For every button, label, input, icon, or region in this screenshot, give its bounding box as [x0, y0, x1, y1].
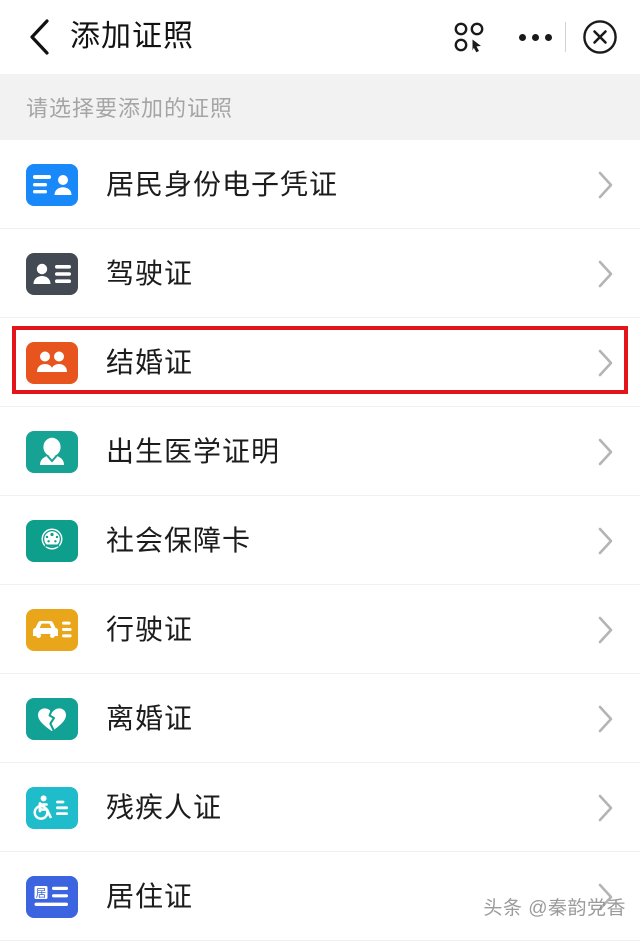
social-security-card-icon [26, 519, 78, 562]
header-divider [565, 22, 566, 52]
close-button[interactable] [578, 15, 622, 59]
divorce-certificate-icon [26, 697, 78, 740]
list-item-birth-certificate[interactable]: 出生医学证明 [0, 407, 640, 496]
chevron-right-icon [594, 521, 618, 561]
list-item-driver-license[interactable]: 驾驶证 [0, 229, 640, 318]
list-item-marriage-certificate[interactable]: 结婚证 [0, 318, 640, 407]
list-item-vehicle-license[interactable]: 行驶证 [0, 585, 640, 674]
list-item-label: 居民身份电子凭证 [106, 168, 339, 200]
marriage-certificate-icon [26, 341, 78, 384]
close-circle-icon [583, 20, 617, 54]
vehicle-license-icon [26, 608, 78, 651]
list-item-label: 离婚证 [106, 702, 194, 734]
chevron-right-icon [594, 432, 618, 472]
list-item-label: 驾驶证 [106, 257, 194, 289]
section-header-label: 请选择要添加的证照 [26, 96, 234, 121]
id-card-icon [26, 163, 78, 206]
list-item-disability-certificate[interactable]: 残疾人证 [0, 763, 640, 852]
chevron-right-icon [594, 165, 618, 205]
list-item-label: 结婚证 [106, 346, 194, 378]
header-actions [449, 15, 622, 59]
dot-1 [518, 33, 526, 41]
dot-2 [531, 33, 539, 41]
back-button[interactable] [22, 15, 56, 59]
mini-program-icon[interactable] [449, 17, 489, 57]
chevron-right-icon [594, 343, 618, 383]
disability-certificate-icon [26, 786, 78, 829]
list-item-id-card[interactable]: 居民身份电子凭证 [0, 140, 640, 229]
section-header: 请选择要添加的证照 [0, 74, 640, 140]
chevron-right-icon [594, 699, 618, 739]
chevron-right-icon [594, 788, 618, 828]
residence-permit-icon: 居 [26, 875, 78, 918]
list-item-label: 社会保障卡 [106, 524, 252, 556]
dot-3 [544, 33, 552, 41]
certificate-list: 居民身份电子凭证 驾驶证 结婚证 出生医学证明 社会保障卡 行驶证 离婚证 残疾… [0, 140, 640, 941]
chevron-right-icon [594, 254, 618, 294]
watermark: 头条 @秦韵党香 [483, 898, 626, 919]
birth-certificate-icon [26, 430, 78, 473]
list-item-label: 行驶证 [106, 613, 194, 645]
driver-license-icon [26, 252, 78, 295]
list-item-social-security-card[interactable]: 社会保障卡 [0, 496, 640, 585]
chevron-left-icon [30, 19, 49, 55]
page-title: 添加证照 [70, 20, 194, 53]
list-item-label: 出生医学证明 [106, 435, 281, 467]
chevron-right-icon [594, 610, 618, 650]
list-item-label: 残疾人证 [106, 791, 223, 823]
list-item-label: 居住证 [106, 880, 194, 912]
more-options-button[interactable] [513, 22, 557, 52]
list-item-divorce-certificate[interactable]: 离婚证 [0, 674, 640, 763]
svg-text:居: 居 [36, 887, 47, 899]
page-header: 添加证照 [0, 0, 640, 74]
